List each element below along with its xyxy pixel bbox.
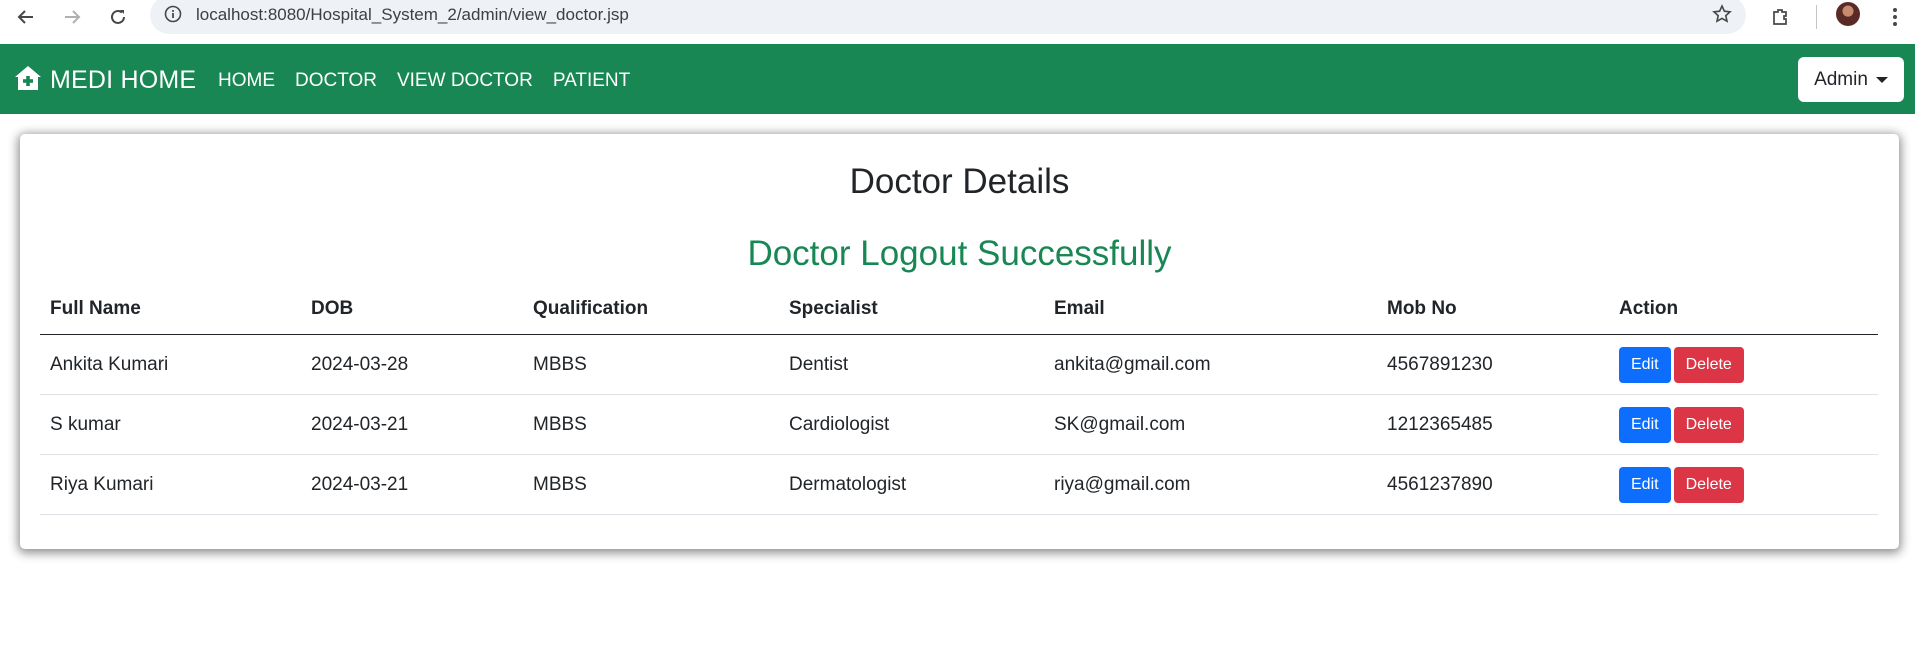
address-bar[interactable]: localhost:8080/Hospital_System_2/admin/v… xyxy=(150,0,1746,34)
edit-button[interactable]: Edit xyxy=(1619,346,1671,383)
nav-view-doctor-link[interactable]: VIEW DOCTOR xyxy=(397,70,533,92)
cell-dob: 2024-03-21 xyxy=(301,394,523,455)
nav-patient-link[interactable]: PATIENT xyxy=(553,70,630,92)
url-text: localhost:8080/Hospital_System_2/admin/v… xyxy=(196,5,629,24)
edit-button[interactable]: Edit xyxy=(1619,466,1671,503)
home-medical-icon xyxy=(14,65,42,96)
delete-button[interactable]: Delete xyxy=(1673,346,1744,383)
toolbar-divider xyxy=(1816,5,1817,29)
cell-mobile: 4561237890 xyxy=(1377,454,1609,515)
header-email: Email xyxy=(1044,284,1377,335)
browser-toolbar: localhost:8080/Hospital_System_2/admin/v… xyxy=(0,0,1915,42)
header-action: Action xyxy=(1609,284,1878,335)
admin-label: Admin xyxy=(1814,68,1868,90)
cell-qualification: MBBS xyxy=(523,454,779,515)
cell-dob: 2024-03-28 xyxy=(301,334,523,395)
nav-doctor-link[interactable]: DOCTOR xyxy=(295,70,377,92)
caret-down-icon xyxy=(1875,76,1888,83)
more-menu-icon[interactable] xyxy=(1881,3,1909,31)
cell-email: riya@gmail.com xyxy=(1044,454,1377,515)
cell-action: Edit Delete xyxy=(1609,334,1878,395)
cell-name: Riya Kumari xyxy=(40,454,301,515)
header-mobile: Mob No xyxy=(1377,284,1609,335)
brand-name: MEDI HOME xyxy=(50,66,197,94)
doctor-table: Full Name DOB Qualification Specialist E… xyxy=(40,284,1878,515)
page-title: Doctor Details xyxy=(849,162,1070,201)
delete-button[interactable]: Delete xyxy=(1673,406,1744,443)
cell-qualification: MBBS xyxy=(523,394,779,455)
table-header-row: Full Name DOB Qualification Specialist E… xyxy=(40,284,1878,335)
cell-email: ankita@gmail.com xyxy=(1044,334,1377,395)
admin-dropdown-button[interactable]: Admin xyxy=(1798,57,1904,102)
site-info-icon[interactable] xyxy=(164,5,182,28)
cell-email: SK@gmail.com xyxy=(1044,394,1377,455)
status-message: Doctor Logout Successfully xyxy=(747,234,1172,273)
doctor-details-card: Doctor Details Doctor Logout Successfull… xyxy=(20,134,1899,549)
cell-mobile: 4567891230 xyxy=(1377,334,1609,395)
brand-link[interactable]: MEDI HOME xyxy=(14,65,196,96)
header-full-name: Full Name xyxy=(40,284,301,335)
nav-home-link[interactable]: HOME xyxy=(218,70,275,92)
cell-specialist: Dermatologist xyxy=(779,454,1044,515)
cell-qualification: MBBS xyxy=(523,334,779,395)
nav-links: HOME DOCTOR VIEW DOCTOR PATIENT xyxy=(218,70,650,92)
cell-name: Ankita Kumari xyxy=(40,334,301,395)
cell-dob: 2024-03-21 xyxy=(301,454,523,515)
back-arrow-icon[interactable] xyxy=(12,3,40,31)
cell-mobile: 1212365485 xyxy=(1377,394,1609,455)
forward-arrow-icon[interactable] xyxy=(58,3,86,31)
reload-icon[interactable] xyxy=(104,3,132,31)
extensions-icon[interactable] xyxy=(1766,3,1794,31)
cell-action: Edit Delete xyxy=(1609,394,1878,455)
header-specialist: Specialist xyxy=(779,284,1044,335)
cell-action: Edit Delete xyxy=(1609,454,1878,515)
cell-specialist: Dentist xyxy=(779,334,1044,395)
edit-button[interactable]: Edit xyxy=(1619,406,1671,443)
app-navbar: MEDI HOME HOME DOCTOR VIEW DOCTOR PATIEN… xyxy=(0,44,1915,114)
header-qualification: Qualification xyxy=(523,284,779,335)
header-dob: DOB xyxy=(301,284,523,335)
cell-name: S kumar xyxy=(40,394,301,455)
table-row: Riya Kumari 2024-03-21 MBBS Dermatologis… xyxy=(40,454,1878,515)
table-row: S kumar 2024-03-21 MBBS Cardiologist SK@… xyxy=(40,394,1878,455)
cell-specialist: Cardiologist xyxy=(779,394,1044,455)
table-row: Ankita Kumari 2024-03-28 MBBS Dentist an… xyxy=(40,334,1878,395)
profile-avatar[interactable] xyxy=(1836,2,1860,26)
delete-button[interactable]: Delete xyxy=(1673,466,1744,503)
bookmark-star-icon[interactable] xyxy=(1712,4,1732,29)
